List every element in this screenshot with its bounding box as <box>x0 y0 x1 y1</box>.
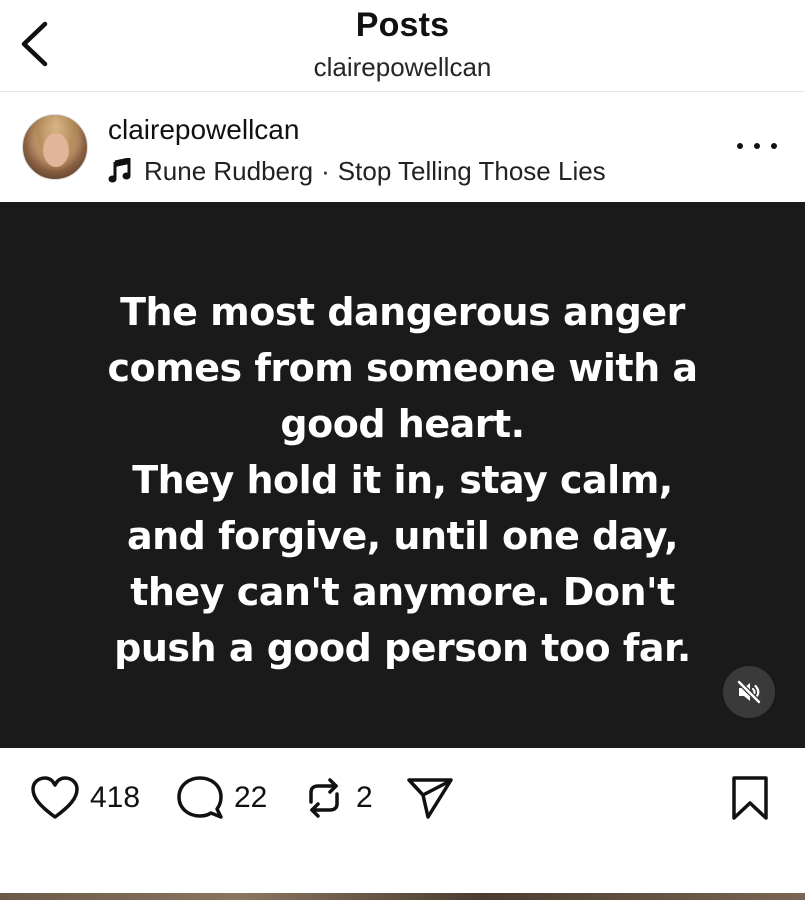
send-icon <box>407 778 453 819</box>
post-header: clairepowellcan Rune Rudberg · Stop Tell… <box>0 92 805 202</box>
heart-icon <box>31 776 79 819</box>
post-quote-text: The most dangerous anger comes from some… <box>107 290 698 670</box>
repost-button[interactable]: 2 <box>302 776 373 820</box>
like-count: 418 <box>90 781 141 814</box>
top-bar: Posts clairepowellcan <box>0 0 805 92</box>
like-button[interactable]: 418 <box>30 776 140 820</box>
comment-button[interactable]: 22 <box>176 776 267 820</box>
music-note-icon <box>108 158 132 184</box>
comment-count: 22 <box>234 781 268 814</box>
avatar[interactable] <box>22 114 88 180</box>
music-separator: · <box>321 155 330 186</box>
mute-toggle-button[interactable] <box>723 666 775 718</box>
music-attribution[interactable]: Rune Rudberg · Stop Telling Those Lies <box>108 154 606 188</box>
post-media[interactable]: The most dangerous anger comes from some… <box>0 202 805 748</box>
repost-count: 2 <box>356 781 373 814</box>
post-username[interactable]: clairepowellcan <box>108 114 299 146</box>
music-song: Stop Telling Those Lies <box>337 155 606 186</box>
bookmark-icon <box>732 776 768 820</box>
speaker-muted-icon <box>736 679 762 705</box>
page-subtitle: clairepowellcan <box>313 52 492 82</box>
page-title: Posts <box>355 6 450 44</box>
share-button[interactable] <box>406 776 454 820</box>
music-artist: Rune Rudberg <box>144 155 314 186</box>
save-button[interactable] <box>730 776 770 820</box>
more-horizontal-icon <box>737 143 743 149</box>
more-options-button[interactable] <box>737 136 777 156</box>
comment-bubble-icon <box>177 776 223 819</box>
next-post-preview[interactable] <box>0 893 805 900</box>
post-actions: 418 22 2 <box>0 748 805 848</box>
repost-icon <box>309 778 339 818</box>
